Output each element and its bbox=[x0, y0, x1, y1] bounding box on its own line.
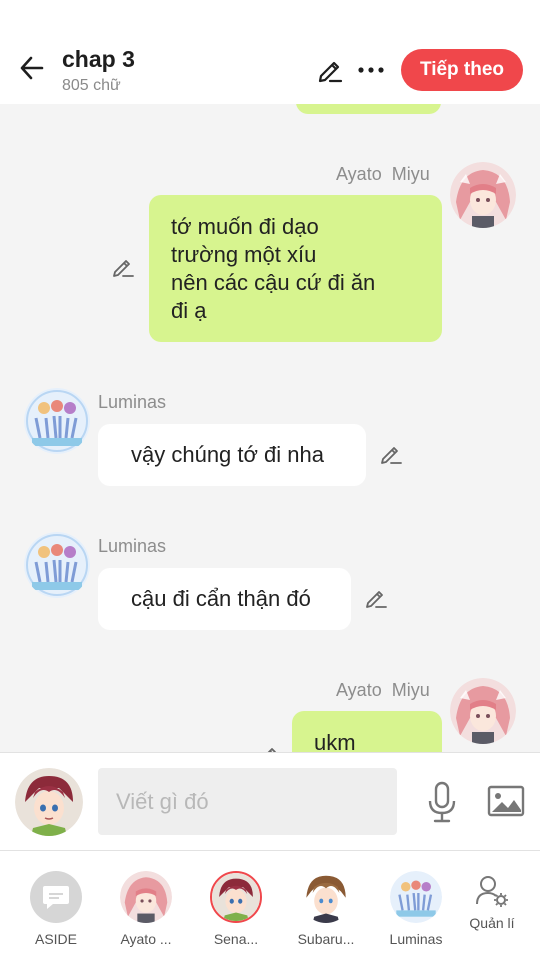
character-item-sena[interactable]: Sena... bbox=[200, 871, 272, 947]
avatar-group-icon bbox=[24, 532, 90, 598]
character-item-luminas[interactable]: Luminas bbox=[380, 871, 452, 947]
manage-icon-wrap bbox=[466, 871, 518, 911]
message-input[interactable] bbox=[98, 768, 397, 835]
voice-input-button[interactable] bbox=[424, 779, 460, 825]
avatar-luminas[interactable] bbox=[24, 532, 90, 598]
message-bubble[interactable]: cậu đi cẩn thận đó bbox=[98, 568, 351, 630]
back-button[interactable] bbox=[14, 50, 50, 86]
message-bubble[interactable]: ukm bbox=[292, 711, 442, 752]
character-avatar bbox=[390, 871, 442, 923]
avatar-group-icon bbox=[390, 871, 442, 923]
message-bubble[interactable]: vậy chúng tớ đi nha bbox=[98, 424, 366, 486]
top-bar: chap 3 805 chữ Tiếp theo bbox=[0, 0, 540, 104]
previous-message-bubble bbox=[296, 104, 441, 114]
avatar-red-hair-icon bbox=[212, 873, 260, 921]
edit-message-button[interactable] bbox=[363, 585, 389, 611]
edit-button[interactable] bbox=[314, 54, 346, 86]
character-avatar bbox=[120, 871, 172, 923]
character-name: ASIDE bbox=[34, 931, 77, 947]
character-name: Subaru... bbox=[297, 931, 355, 947]
sender-first-name: Ayato bbox=[336, 164, 382, 184]
word-count: 805 chữ bbox=[62, 77, 121, 94]
avatar-group-icon bbox=[24, 388, 90, 454]
pencil-icon bbox=[318, 61, 343, 83]
character-name: Sena... bbox=[213, 931, 259, 947]
avatar-luminas[interactable] bbox=[24, 388, 90, 454]
manage-label: Quản lí bbox=[469, 915, 515, 931]
edit-message-button[interactable] bbox=[256, 742, 282, 752]
avatar-pink-hair-icon bbox=[120, 871, 172, 923]
sender-first-name: Ayato bbox=[336, 680, 382, 700]
pencil-icon bbox=[381, 447, 402, 464]
character-avatar bbox=[300, 871, 352, 923]
character-name: Luminas bbox=[389, 931, 443, 947]
message-sender: Luminas bbox=[98, 392, 167, 412]
edit-message-button[interactable] bbox=[378, 441, 404, 467]
manage-characters-button[interactable]: Quản lí bbox=[456, 871, 528, 931]
edit-message-button[interactable] bbox=[110, 254, 136, 280]
sender-last-name: Miyu bbox=[391, 680, 430, 700]
avatar-red-hair-icon bbox=[15, 768, 83, 836]
user-settings-icon bbox=[476, 876, 508, 907]
current-character-avatar[interactable] bbox=[15, 768, 83, 836]
message-sender: Luminas bbox=[98, 536, 167, 556]
image-upload-button[interactable] bbox=[486, 783, 526, 819]
message-composer bbox=[0, 752, 540, 850]
pencil-icon bbox=[267, 748, 276, 752]
chat-bubble-icon bbox=[43, 886, 69, 909]
pencil-icon bbox=[113, 260, 134, 277]
message-sender: Ayato Miyu bbox=[336, 164, 430, 185]
character-bar: ASIDE Ayato ... Sena... Subaru... Lumina… bbox=[0, 850, 540, 960]
character-avatar bbox=[210, 871, 262, 923]
character-item-ayato[interactable]: Ayato ... bbox=[110, 871, 182, 947]
avatar-pink-hair-icon bbox=[450, 678, 516, 744]
message-bubble[interactable]: tớ muốn đi dạo trường một xíu nên các cậ… bbox=[149, 195, 442, 342]
image-icon bbox=[487, 785, 525, 817]
avatar-ayato-miyu[interactable] bbox=[450, 162, 516, 228]
character-item-subaru[interactable]: Subaru... bbox=[290, 871, 362, 947]
arrow-left-icon bbox=[20, 56, 44, 80]
pencil-icon bbox=[366, 591, 387, 608]
microphone-icon bbox=[428, 781, 456, 823]
next-chapter-button[interactable]: Tiếp theo bbox=[401, 49, 523, 91]
more-horizontal-icon bbox=[358, 67, 384, 73]
avatar-brown-hair-icon bbox=[300, 871, 352, 923]
aside-avatar bbox=[30, 871, 82, 923]
character-name: Ayato ... bbox=[120, 931, 172, 947]
chat-area[interactable]: Ayato Miyu tớ muốn đi dạo trường một xíu… bbox=[0, 104, 540, 752]
sender-last-name: Miyu bbox=[391, 164, 430, 184]
character-item-aside[interactable]: ASIDE bbox=[20, 871, 92, 947]
message-sender: Ayato Miyu bbox=[336, 680, 430, 701]
chapter-title: chap 3 bbox=[62, 46, 135, 72]
avatar-ayato-miyu[interactable] bbox=[450, 678, 516, 744]
avatar-pink-hair-icon bbox=[450, 162, 516, 228]
more-options-button[interactable] bbox=[354, 54, 388, 86]
